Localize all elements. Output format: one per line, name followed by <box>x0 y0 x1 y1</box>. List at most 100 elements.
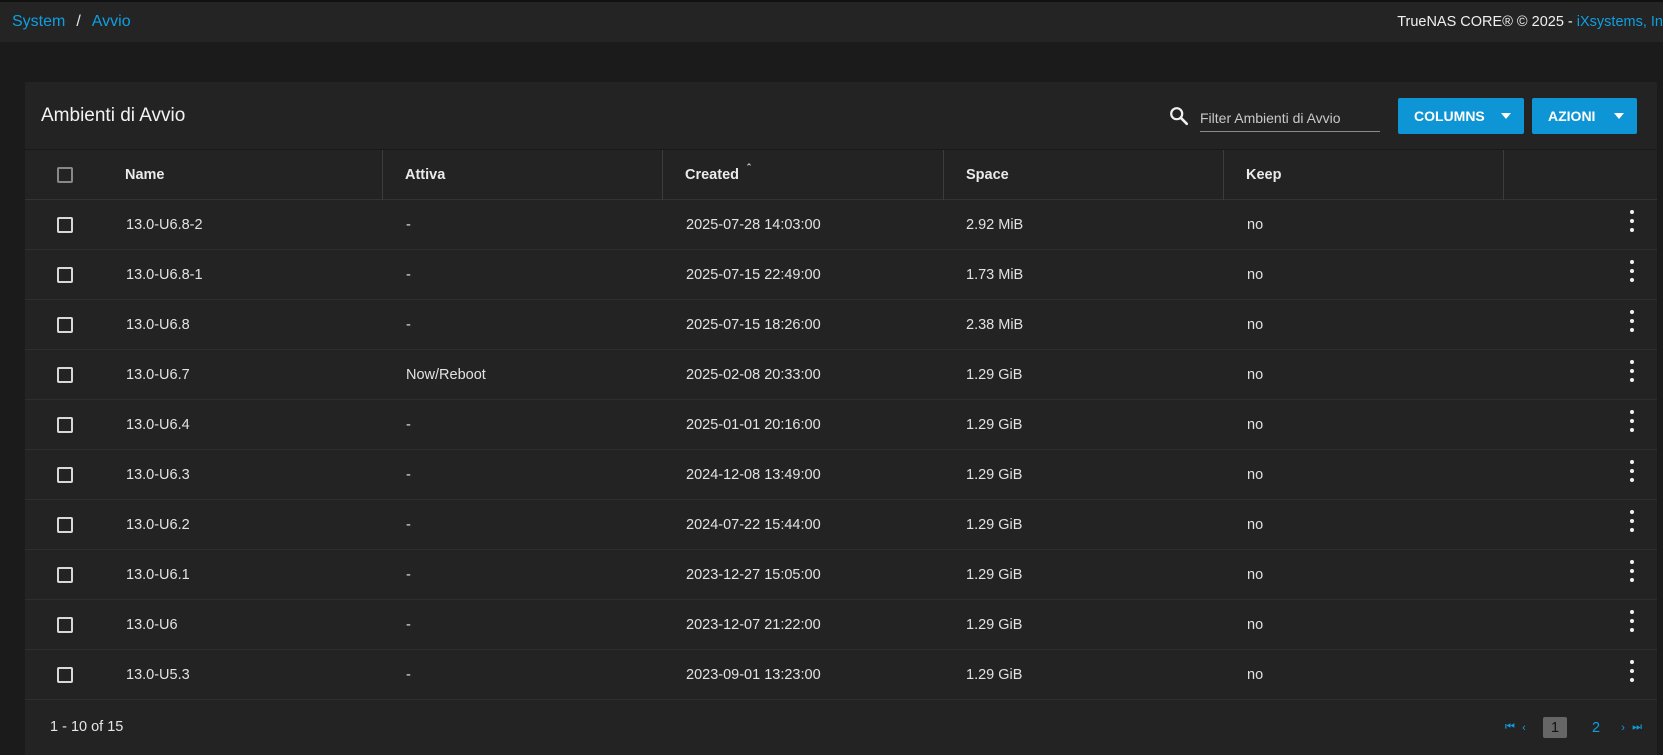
table-row[interactable]: 13.0-U5.3 - 2023-09-01 13:23:00 1.29 GiB… <box>25 650 1657 700</box>
row-checkbox[interactable] <box>57 367 73 383</box>
cell-attiva: Now/Reboot <box>406 367 486 383</box>
filter-input[interactable] <box>1200 100 1380 132</box>
cell-created: 2025-07-15 22:49:00 <box>686 267 821 283</box>
cell-space: 2.92 MiB <box>966 217 1024 233</box>
copyright-text: TrueNAS CORE® © 2025 - <box>1397 14 1577 30</box>
table-footer: 1 - 10 of 15 ⏮ ‹ 1 2 › ⏭ <box>25 699 1657 755</box>
column-header-keep-label: Keep <box>1246 167 1282 183</box>
breadcrumb-avvio[interactable]: Avvio <box>92 13 131 31</box>
table-row[interactable]: 13.0-U6.8-1 - 2025-07-15 22:49:00 1.73 M… <box>25 250 1657 300</box>
column-header-created[interactable]: Created ˆ <box>663 150 944 200</box>
page-current[interactable]: 1 <box>1543 717 1567 738</box>
copyright: TrueNAS CORE® © 2025 - iXsystems, In <box>1397 14 1663 30</box>
cell-name: 13.0-U6.8-2 <box>126 217 203 233</box>
caret-down-icon <box>1614 113 1624 119</box>
table-row[interactable]: 13.0-U6.2 - 2024-07-22 15:44:00 1.29 GiB… <box>25 500 1657 550</box>
cell-keep: no <box>1247 217 1264 233</box>
cell-name: 13.0-U6.7 <box>126 367 190 383</box>
paginator: ⏮ ‹ 1 2 › ⏭ <box>1503 717 1644 738</box>
more-vert-icon[interactable] <box>1625 660 1639 682</box>
row-checkbox[interactable] <box>57 617 73 633</box>
cell-space: 1.29 GiB <box>966 417 1023 433</box>
cell-keep: no <box>1247 567 1264 583</box>
cell-attiva: - <box>406 617 411 633</box>
cell-created: 2025-07-28 14:03:00 <box>686 217 821 233</box>
cell-name: 13.0-U6 <box>126 617 178 633</box>
column-header-created-label: Created <box>685 167 739 183</box>
cell-keep: no <box>1247 617 1264 633</box>
column-header-keep[interactable]: Keep <box>1224 150 1504 200</box>
cell-created: 2023-12-07 21:22:00 <box>686 617 821 633</box>
cell-created: 2025-02-08 20:33:00 <box>686 367 821 383</box>
row-checkbox[interactable] <box>57 267 73 283</box>
previous-page-icon[interactable]: ‹ <box>1517 722 1531 734</box>
column-header-space-label: Space <box>966 167 1009 183</box>
more-vert-icon[interactable] <box>1625 560 1639 582</box>
cell-attiva: - <box>406 217 411 233</box>
azioni-button-label: AZIONI <box>1548 108 1596 124</box>
cell-keep: no <box>1247 417 1264 433</box>
table-row[interactable]: 13.0-U6.4 - 2025-01-01 20:16:00 1.29 GiB… <box>25 400 1657 450</box>
table-row[interactable]: 13.0-U6.8 - 2025-07-15 18:26:00 2.38 MiB… <box>25 300 1657 350</box>
more-vert-icon[interactable] <box>1625 360 1639 382</box>
more-vert-icon[interactable] <box>1625 210 1639 232</box>
sort-desc-icon[interactable]: ˆ <box>747 163 751 175</box>
table-row[interactable]: 13.0-U6.7 Now/Reboot 2025-02-08 20:33:00… <box>25 350 1657 400</box>
cell-space: 1.29 GiB <box>966 517 1023 533</box>
column-header-name[interactable]: Name <box>25 150 383 200</box>
search-icon <box>1170 107 1189 126</box>
table-row[interactable]: 13.0-U6.3 - 2024-12-08 13:49:00 1.29 GiB… <box>25 450 1657 500</box>
more-vert-icon[interactable] <box>1625 610 1639 632</box>
cell-attiva: - <box>406 417 411 433</box>
cell-keep: no <box>1247 267 1264 283</box>
more-vert-icon[interactable] <box>1625 260 1639 282</box>
row-checkbox[interactable] <box>57 417 73 433</box>
cell-space: 1.29 GiB <box>966 617 1023 633</box>
cell-name: 13.0-U6.1 <box>126 567 190 583</box>
column-header-attiva[interactable]: Attiva <box>383 150 663 200</box>
row-checkbox[interactable] <box>57 667 73 683</box>
more-vert-icon[interactable] <box>1625 460 1639 482</box>
column-header-space[interactable]: Space <box>944 150 1224 200</box>
columns-button-label: COLUMNS <box>1414 108 1485 124</box>
cell-space: 2.38 MiB <box>966 317 1024 333</box>
table-row[interactable]: 13.0-U6.1 - 2023-12-27 15:05:00 1.29 GiB… <box>25 550 1657 600</box>
breadcrumb-system[interactable]: System <box>12 13 65 31</box>
table-row[interactable]: 13.0-U6.8-2 - 2025-07-28 14:03:00 2.92 M… <box>25 200 1657 250</box>
azioni-button[interactable]: AZIONI <box>1532 98 1637 134</box>
column-header-name-label: Name <box>125 167 165 183</box>
column-header-attiva-label: Attiva <box>405 167 446 183</box>
cell-space: 1.29 GiB <box>966 667 1023 683</box>
page-next-number[interactable]: 2 <box>1592 720 1600 736</box>
pagination-range: 1 - 10 of 15 <box>50 719 124 735</box>
row-checkbox[interactable] <box>57 467 73 483</box>
next-page-icon[interactable]: › <box>1616 722 1630 734</box>
last-page-icon[interactable]: ⏭ <box>1630 721 1644 734</box>
row-checkbox[interactable] <box>57 567 73 583</box>
cell-space: 1.29 GiB <box>966 567 1023 583</box>
cell-space: 1.73 MiB <box>966 267 1024 283</box>
cell-keep: no <box>1247 667 1264 683</box>
caret-down-icon <box>1501 113 1511 119</box>
filter <box>1168 100 1380 132</box>
cell-space: 1.29 GiB <box>966 467 1023 483</box>
cell-attiva: - <box>406 467 411 483</box>
ixsystems-link[interactable]: iXsystems, In <box>1577 14 1663 30</box>
cell-name: 13.0-U6.4 <box>126 417 190 433</box>
more-vert-icon[interactable] <box>1625 310 1639 332</box>
cell-name: 13.0-U6.8 <box>126 317 190 333</box>
cell-keep: no <box>1247 467 1264 483</box>
cell-name: 13.0-U6.2 <box>126 517 190 533</box>
row-checkbox[interactable] <box>57 217 73 233</box>
first-page-icon[interactable]: ⏮ <box>1503 721 1517 734</box>
more-vert-icon[interactable] <box>1625 410 1639 432</box>
row-checkbox[interactable] <box>57 317 73 333</box>
more-vert-icon[interactable] <box>1625 510 1639 532</box>
row-checkbox[interactable] <box>57 517 73 533</box>
cell-attiva: - <box>406 517 411 533</box>
top-bar: System / Avvio TrueNAS CORE® © 2025 - iX… <box>0 0 1663 42</box>
cell-attiva: - <box>406 667 411 683</box>
cell-attiva: - <box>406 267 411 283</box>
table-row[interactable]: 13.0-U6 - 2023-12-07 21:22:00 1.29 GiB n… <box>25 600 1657 650</box>
columns-button[interactable]: COLUMNS <box>1398 98 1524 134</box>
